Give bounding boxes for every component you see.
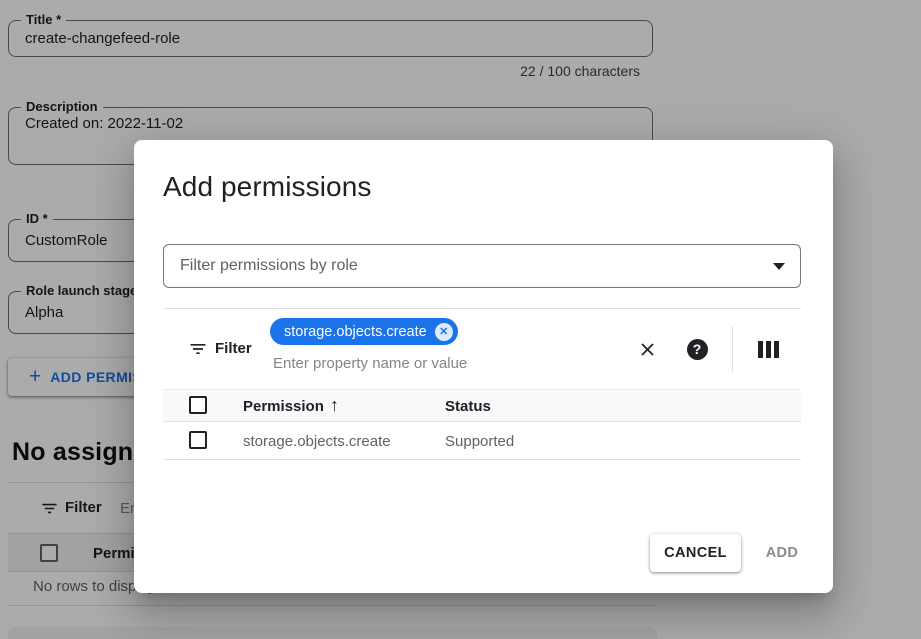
divider (163, 308, 801, 309)
table-row[interactable]: storage.objects.create Supported (163, 422, 801, 460)
role-filter-dropdown[interactable]: Filter permissions by role (163, 244, 801, 288)
filter-input[interactable] (273, 352, 603, 374)
cancel-button[interactable]: CANCEL (650, 534, 741, 572)
divider (732, 326, 733, 372)
chip-remove-icon[interactable]: ✕ (435, 323, 453, 341)
permissions-table-header: Permission ↑ Status (163, 389, 801, 422)
columns-icon (758, 341, 763, 358)
filter-help-button[interactable]: ? (684, 336, 710, 362)
help-icon: ? (687, 339, 708, 360)
clear-icon (637, 339, 658, 360)
select-all-checkbox[interactable] (189, 396, 207, 414)
column-display-options-button[interactable] (755, 336, 781, 362)
add-permissions-dialog: Add permissions Filter permissions by ro… (134, 140, 833, 593)
filter-funnel-icon (188, 339, 208, 364)
chevron-down-icon (773, 263, 785, 270)
toolbar-filter-label[interactable]: Filter (215, 340, 252, 357)
add-button[interactable]: ADD (754, 534, 810, 572)
permission-column-header[interactable]: Permission (243, 398, 324, 415)
dialog-title: Add permissions (163, 171, 371, 203)
sort-ascending-icon[interactable]: ↑ (330, 395, 339, 416)
filter-chip[interactable]: storage.objects.create ✕ (270, 318, 458, 345)
clear-filters-button[interactable] (634, 336, 660, 362)
status-column-header[interactable]: Status (445, 398, 491, 415)
row-checkbox[interactable] (189, 431, 207, 449)
row-permission-cell: storage.objects.create (243, 433, 391, 450)
role-filter-dropdown-value: Filter permissions by role (180, 257, 358, 275)
page: Title * create-changefeed-role 22 / 100 … (0, 0, 921, 639)
row-status-cell: Supported (445, 433, 514, 450)
filter-chip-label: storage.objects.create (284, 324, 427, 340)
